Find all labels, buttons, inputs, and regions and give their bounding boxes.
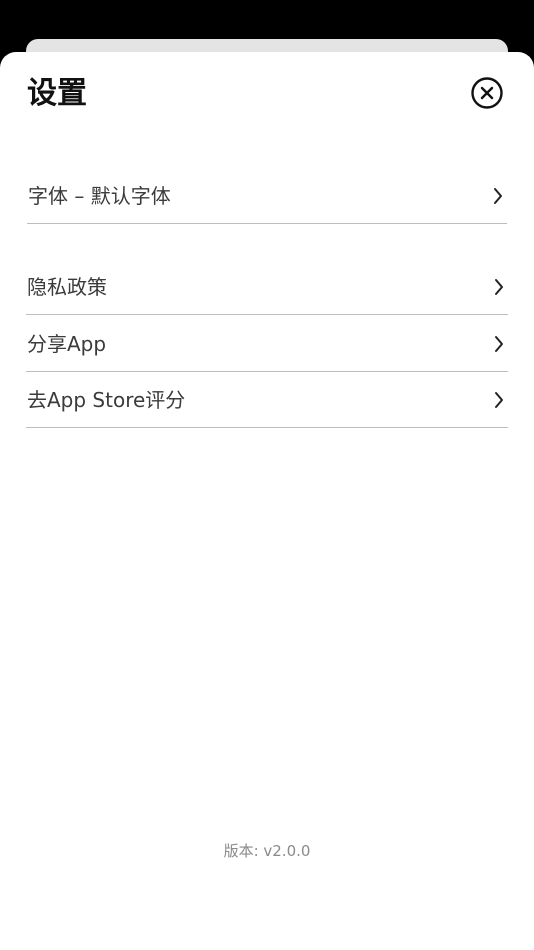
row-label-share: 分享App bbox=[27, 332, 107, 356]
close-circle-icon bbox=[470, 76, 504, 110]
settings-row-font[interactable]: 字体 – 默认字体 bbox=[27, 168, 507, 224]
settings-sheet: 设置 字体 – 默认字体 隐私政策 分享App 去App Store评分 版本:… bbox=[0, 52, 534, 950]
page-title: 设置 bbox=[27, 76, 87, 111]
chevron-right-icon bbox=[494, 335, 504, 353]
chevron-right-icon bbox=[494, 278, 504, 296]
row-label-font: 字体 – 默认字体 bbox=[28, 184, 171, 208]
chevron-right-icon bbox=[493, 187, 503, 205]
close-button[interactable] bbox=[470, 76, 504, 110]
row-label-rate: 去App Store评分 bbox=[27, 388, 186, 412]
settings-row-privacy[interactable]: 隐私政策 bbox=[26, 259, 508, 315]
settings-row-rate[interactable]: 去App Store评分 bbox=[26, 372, 508, 428]
version-label: 版本: v2.0.0 bbox=[223, 842, 311, 860]
chevron-right-icon bbox=[494, 391, 504, 409]
row-label-privacy: 隐私政策 bbox=[27, 275, 107, 299]
settings-row-share[interactable]: 分享App bbox=[26, 316, 508, 372]
